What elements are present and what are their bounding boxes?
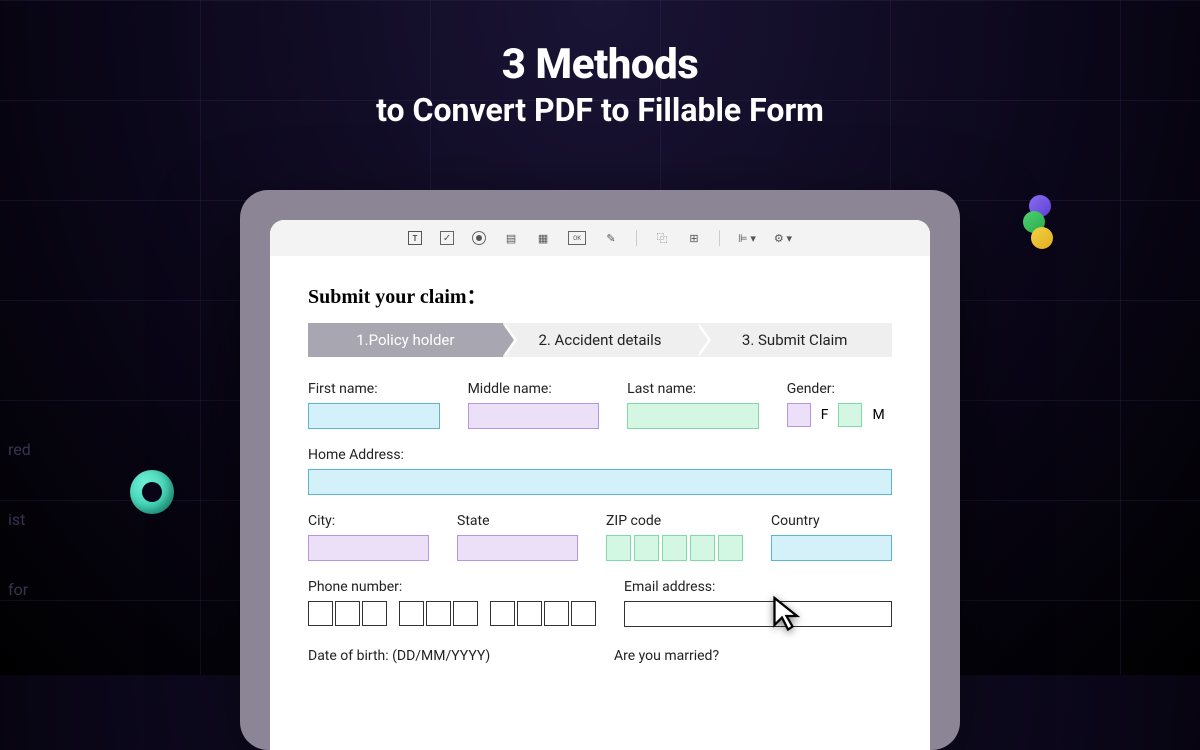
align-icon[interactable]: ⊫ ▾ xyxy=(738,232,756,245)
side-text-3: for xyxy=(0,555,31,625)
input-middle-name[interactable] xyxy=(468,403,600,429)
label-dob: Date of birth: (DD/MM/YYYY) xyxy=(308,648,490,664)
field-dob: Date of birth: (DD/MM/YYYY) xyxy=(308,645,586,664)
label-city: City: xyxy=(308,513,429,529)
row-names: First name: Middle name: Last name: Gend… xyxy=(308,381,892,429)
field-gender: Gender: F M xyxy=(787,381,892,429)
checkbox-gender-m[interactable] xyxy=(838,403,862,427)
row-location: City: State ZIP code Country xyxy=(308,513,892,561)
label-middle-name: Middle name: xyxy=(468,381,600,397)
title-line1: 3 Methods xyxy=(0,40,1200,89)
radio-icon[interactable] xyxy=(472,231,486,245)
step-indicator: 1.Policy holder 2. Accident details 3. S… xyxy=(308,323,892,357)
input-country[interactable] xyxy=(771,535,892,561)
grid-icon[interactable]: ⊞ xyxy=(687,231,701,245)
tablet-screen: T ✓ ▤ ▦ OK ✎ ⿻ ⊞ ⊫ ▾ ⚙ ▾ Submit your cla… xyxy=(270,220,930,750)
field-home-address: Home Address: xyxy=(308,447,892,495)
step-1[interactable]: 1.Policy holder xyxy=(308,323,503,357)
form-toolbar: T ✓ ▤ ▦ OK ✎ ⿻ ⊞ ⊫ ▾ ⚙ ▾ xyxy=(270,220,930,256)
text-field-icon[interactable]: T xyxy=(408,231,422,245)
step-2[interactable]: 2. Accident details xyxy=(503,323,698,357)
tablet-frame: T ✓ ▤ ▦ OK ✎ ⿻ ⊞ ⊫ ▾ ⚙ ▾ Submit your cla… xyxy=(240,190,960,750)
field-state: State xyxy=(457,513,578,561)
label-country: Country xyxy=(771,513,892,529)
field-middle-name: Middle name: xyxy=(468,381,600,429)
field-last-name: Last name: xyxy=(627,381,759,429)
input-home-address[interactable] xyxy=(308,469,892,495)
step-3[interactable]: 3. Submit Claim xyxy=(697,323,892,357)
field-phone: Phone number: xyxy=(308,579,596,627)
field-country: Country xyxy=(771,513,892,561)
page-title: 3 Methods to Convert PDF to Fillable For… xyxy=(0,0,1200,129)
field-city: City: xyxy=(308,513,429,561)
input-first-name[interactable] xyxy=(308,403,440,429)
copy-icon[interactable]: ⿻ xyxy=(655,231,669,245)
label-home-address: Home Address: xyxy=(308,447,892,463)
checkbox-gender-f[interactable] xyxy=(787,403,811,427)
row-address: Home Address: xyxy=(308,447,892,495)
label-email: Email address: xyxy=(624,579,892,595)
label-state: State xyxy=(457,513,578,529)
row-dob-married: Date of birth: (DD/MM/YYYY) Are you marr… xyxy=(308,645,892,664)
decorative-squiggle-icon xyxy=(1015,195,1065,255)
input-zip[interactable] xyxy=(606,535,743,561)
input-phone[interactable] xyxy=(308,601,596,626)
label-first-name: First name: xyxy=(308,381,440,397)
input-email[interactable] xyxy=(624,601,892,627)
field-zip: ZIP code xyxy=(606,513,743,561)
list-icon[interactable]: ▤ xyxy=(504,231,518,245)
label-married: Are you married? xyxy=(614,648,719,664)
title-line2: to Convert PDF to Fillable Form xyxy=(0,91,1200,129)
field-first-name: First name: xyxy=(308,381,440,429)
label-gender-f: F xyxy=(821,407,829,423)
settings-icon[interactable]: ⚙ ▾ xyxy=(774,232,792,245)
side-text-1: red xyxy=(0,415,31,485)
toolbar-separator xyxy=(719,230,720,246)
toolbar-separator xyxy=(636,230,637,246)
input-last-name[interactable] xyxy=(627,403,759,429)
label-phone: Phone number: xyxy=(308,579,596,595)
signature-icon[interactable]: ✎ xyxy=(604,231,618,245)
label-gender: Gender: xyxy=(787,381,892,397)
checkbox-icon[interactable]: ✓ xyxy=(440,231,454,245)
dropdown-icon[interactable]: ▦ xyxy=(536,231,550,245)
side-text-2: ist xyxy=(0,485,31,555)
field-married: Are you married? xyxy=(614,645,892,664)
label-zip: ZIP code xyxy=(606,513,743,529)
field-email: Email address: xyxy=(624,579,892,627)
button-icon[interactable]: OK xyxy=(568,231,586,245)
label-last-name: Last name: xyxy=(627,381,759,397)
form-heading: Submit your claim： xyxy=(308,280,892,309)
input-city[interactable] xyxy=(308,535,429,561)
decorative-torus-icon xyxy=(130,470,174,514)
input-state[interactable] xyxy=(457,535,578,561)
form-area: Submit your claim： 1.Policy holder 2. Ac… xyxy=(270,256,930,688)
side-text: red ist for xyxy=(0,415,31,625)
label-gender-m: M xyxy=(872,407,884,423)
